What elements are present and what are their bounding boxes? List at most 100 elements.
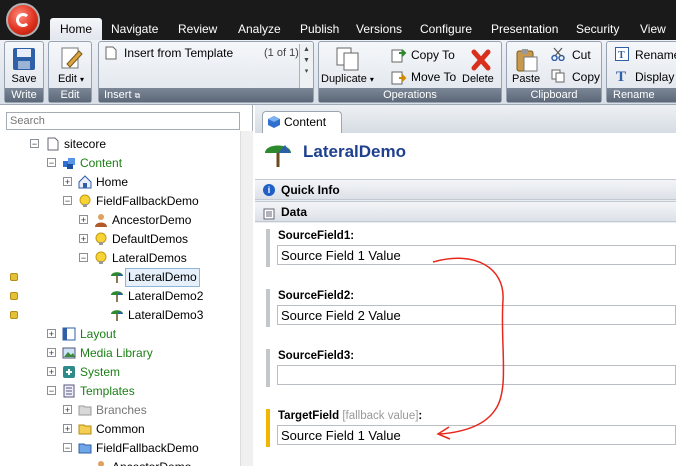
duplicate-icon [335, 46, 361, 72]
lightbulb-icon [94, 232, 108, 246]
tree-node-system[interactable]: + System [0, 363, 240, 382]
group-operations: Duplicate ▾ Copy To Move To Delete Opera… [318, 41, 502, 103]
group-clipboard: Paste Cut Copy Clipboard [506, 41, 602, 103]
tab-content[interactable]: Content [262, 111, 342, 133]
search-input[interactable] [6, 112, 240, 130]
tree-node-fieldfallbackdemo[interactable]: − FieldFallbackDemo [0, 192, 240, 211]
collapse-icon[interactable]: − [63, 443, 72, 453]
group-rename-label: Rename [607, 88, 676, 102]
home-icon [78, 175, 92, 189]
tab-navigate[interactable]: Navigate [101, 18, 168, 40]
copy-icon [551, 69, 565, 83]
cut-button[interactable]: Cut [572, 48, 591, 62]
tab-analyze[interactable]: Analyze [228, 18, 291, 40]
tree-node-defaultdemos[interactable]: + DefaultDemos [0, 230, 240, 249]
paste-button[interactable]: Paste [512, 73, 540, 85]
tree-node-lateraldemos[interactable]: − LateralDemos [0, 249, 240, 268]
move-to-button[interactable]: Move To [411, 70, 456, 84]
copy-to-button[interactable]: Copy To [411, 48, 455, 62]
collapse-icon[interactable]: − [47, 158, 56, 168]
insert-scrollbar[interactable]: ▲ ▼ ▾ [299, 44, 313, 88]
section-data[interactable]: Data [255, 201, 676, 222]
field-label-sourcefield1: SourceField1: [278, 230, 355, 242]
tree-node-sitecore[interactable]: − sitecore [0, 135, 240, 154]
tree-node-common[interactable]: + Common [0, 420, 240, 439]
rename-icon: T [615, 47, 629, 61]
group-edit: Edit ▾ Edit [48, 41, 92, 103]
tab-security[interactable]: Security [566, 18, 629, 40]
duplicate-button[interactable]: Duplicate ▾ [321, 73, 374, 85]
tree-node-label: DefaultDemos [112, 232, 189, 246]
sourcefield1-input[interactable]: Source Field 1 Value [277, 245, 676, 265]
insert-from-template-item[interactable]: Insert from Template [124, 46, 233, 60]
expand-icon[interactable]: + [63, 424, 72, 434]
tree-node-label: FieldFallbackDemo [96, 194, 199, 208]
collapse-icon[interactable]: − [63, 196, 72, 206]
section-quick-info[interactable]: i Quick Info [255, 179, 676, 200]
sourcefield2-input[interactable]: Source Field 2 Value [277, 305, 676, 325]
tree-node-lateraldemo[interactable]: LateralDemo [0, 268, 240, 287]
sourcefield3-input[interactable] [277, 365, 676, 385]
tree-node-label: AncestorDemo [112, 458, 191, 466]
tab-review[interactable]: Review [168, 18, 227, 40]
cube-icon [267, 115, 281, 129]
tree-node-ancestordemo[interactable]: + AncestorDemo [0, 211, 240, 230]
info-icon: i [263, 184, 275, 196]
tree-node-lateraldemo3[interactable]: LateralDemo3 [0, 306, 240, 325]
image-icon [62, 346, 76, 360]
field-label-suffix: : [418, 410, 423, 422]
edit-button[interactable]: Edit ▾ [49, 73, 93, 85]
save-button[interactable]: Save [5, 73, 43, 85]
expand-icon[interactable]: + [63, 177, 72, 187]
tab-presentation[interactable]: Presentation [481, 18, 568, 40]
targetfield-input[interactable]: Source Field 1 Value [277, 425, 676, 445]
tree-node-lateraldemo2[interactable]: LateralDemo2 [0, 287, 240, 306]
tree-node-label: Content [80, 156, 123, 170]
svg-text:T: T [616, 69, 626, 82]
tree-node-template-fieldfallbackdemo[interactable]: − FieldFallbackDemo [0, 439, 240, 458]
tree-node-label: Common [96, 422, 145, 436]
tab-publish[interactable]: Publish [290, 18, 349, 40]
tree-node-home[interactable]: + Home [0, 173, 240, 192]
collapse-icon[interactable]: − [47, 386, 56, 396]
tree-node-templates[interactable]: − Templates [0, 382, 240, 401]
tree-node-branches[interactable]: + Branches [0, 401, 240, 420]
tree-node-content[interactable]: − Content [0, 154, 240, 173]
tree-node-layout[interactable]: + Layout [0, 325, 240, 344]
sitecore-logo-button[interactable] [6, 3, 40, 37]
expand-icon[interactable]: + [79, 234, 88, 244]
tab-view[interactable]: View [630, 18, 676, 40]
field-label-targetfield-name: TargetField [278, 410, 340, 422]
rename-button[interactable]: Rename [635, 48, 676, 62]
tree-scrollbar[interactable] [240, 131, 253, 466]
expand-icon[interactable]: + [63, 405, 72, 415]
expand-dialog-icon[interactable]: ⧉ [135, 91, 141, 100]
document-icon [46, 137, 60, 151]
content-icon [62, 156, 76, 170]
tab-configure[interactable]: Configure [410, 18, 482, 40]
tree-node-template-ancestordemo[interactable]: AncestorDemo [0, 458, 240, 466]
expand-icon[interactable]: + [47, 367, 56, 377]
chevron-down-icon: ▾ [80, 75, 85, 84]
tree-node-label: Templates [80, 384, 135, 398]
section-quick-info-label: Quick Info [281, 183, 340, 197]
display-name-button[interactable]: Display N [635, 70, 676, 84]
collapse-icon[interactable]: − [30, 139, 39, 149]
tree-node-label: LateralDemos [112, 251, 187, 265]
insert-count: (1 of 1) [264, 47, 299, 59]
expand-icon[interactable]: + [79, 215, 88, 225]
tab-versions[interactable]: Versions [346, 18, 412, 40]
copy-button[interactable]: Copy [572, 70, 600, 84]
edit-label: Edit [57, 73, 77, 85]
insert-label-text: Insert [104, 89, 132, 101]
tree-node-media-library[interactable]: + Media Library [0, 344, 240, 363]
delete-button[interactable]: Delete [462, 73, 494, 85]
collapse-icon[interactable]: − [79, 253, 88, 263]
fallback-marker-bar [266, 409, 270, 447]
data-section-icon [263, 206, 275, 220]
move-to-icon [391, 69, 407, 85]
expand-icon[interactable]: + [47, 329, 56, 339]
delete-icon [470, 48, 492, 72]
tab-home[interactable]: Home [50, 18, 103, 40]
expand-icon[interactable]: + [47, 348, 56, 358]
